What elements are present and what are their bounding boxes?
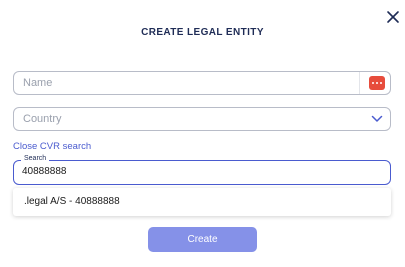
search-result-item[interactable]: .legal A/S - 40888888	[24, 196, 120, 207]
chevron-down-icon	[371, 115, 383, 122]
search-field-value: 40888888	[22, 166, 67, 177]
create-legal-entity-dialog: CREATE LEGAL ENTITY Name Country Close C…	[0, 0, 405, 267]
dialog-title: CREATE LEGAL ENTITY	[141, 27, 264, 38]
country-select[interactable]: Country	[13, 107, 391, 131]
close-cvr-search-link[interactable]: Close CVR search	[13, 141, 91, 152]
country-placeholder: Country	[23, 113, 62, 125]
name-field-divider	[359, 72, 360, 94]
create-button[interactable]: Create	[148, 227, 257, 252]
close-button[interactable]	[384, 8, 402, 26]
search-results-dropdown: .legal A/S - 40888888	[13, 188, 391, 216]
search-field-label: Search	[21, 155, 50, 162]
close-icon	[387, 11, 399, 23]
cvr-search-input[interactable]: Search 40888888	[13, 155, 391, 185]
name-input[interactable]: Name	[13, 71, 391, 95]
name-placeholder: Name	[23, 77, 53, 89]
more-dots-icon[interactable]	[369, 76, 385, 90]
